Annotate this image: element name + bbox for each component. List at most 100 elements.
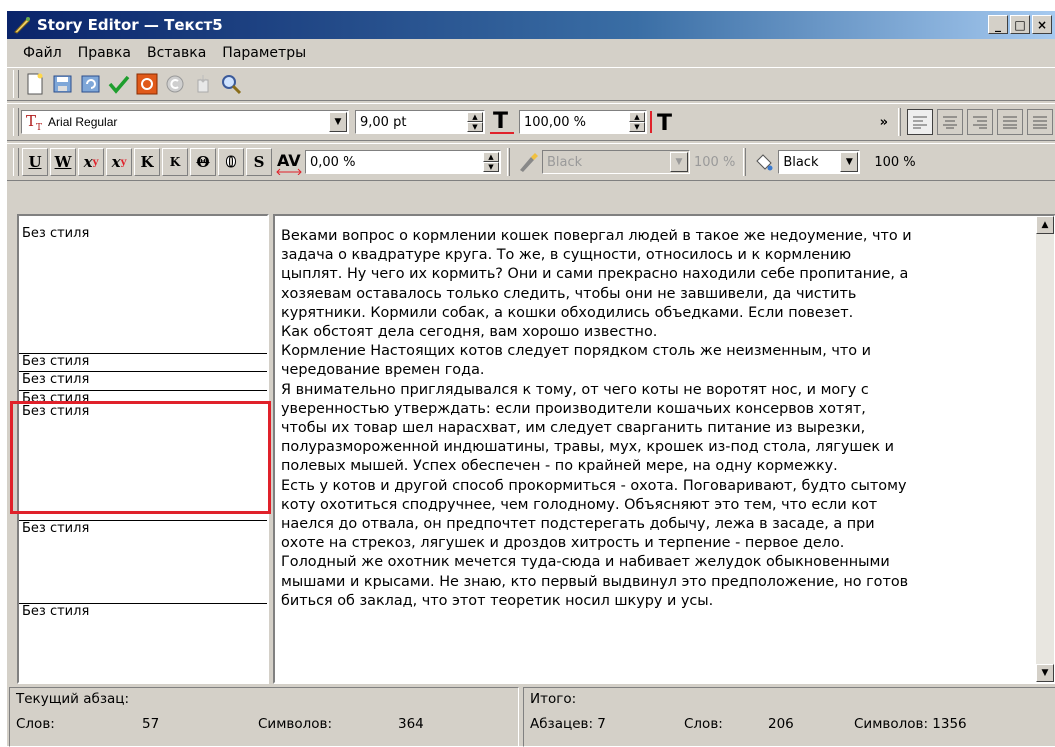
toolbar-grip[interactable] bbox=[13, 148, 19, 176]
justify-button[interactable] bbox=[997, 109, 1023, 135]
current-paragraph-label: Текущий абзац: bbox=[16, 691, 130, 707]
align-center-button[interactable] bbox=[937, 109, 963, 135]
scroll-up-icon[interactable]: ▲ bbox=[1036, 216, 1054, 234]
spinner-icon[interactable]: ▲ ▼ bbox=[467, 112, 483, 132]
style-toolbar: U W xy xy K K Θ 0 S AV 0,00 % ▲ ▼ Black ▼… bbox=[7, 143, 1055, 181]
tracking-icon: AV bbox=[275, 150, 303, 175]
chars-value: 364 bbox=[398, 716, 424, 732]
style-label: Без стиля bbox=[22, 521, 90, 536]
chars-label: Символов: bbox=[258, 716, 332, 732]
status-bar: Текущий абзац: Слов: 57 Символов: 364 Ит… bbox=[7, 687, 1055, 747]
fill-color-value: Black bbox=[547, 154, 583, 170]
total-label: Итого: bbox=[530, 691, 577, 707]
character-toolbar: TT Arial Regular ▼ 9,00 pt ▲ ▼ T 100,00 %… bbox=[7, 103, 1055, 141]
style-label: Без стиля bbox=[22, 354, 90, 369]
close-button[interactable]: × bbox=[1032, 15, 1052, 34]
tracking-field[interactable]: 0,00 % ▲ ▼ bbox=[305, 150, 501, 174]
revert-icon[interactable] bbox=[135, 72, 159, 96]
menu-insert[interactable]: Вставка bbox=[139, 45, 214, 61]
style-label: Без стиля bbox=[22, 372, 90, 387]
menu-file[interactable]: Файл bbox=[15, 45, 70, 61]
toolbar-grip[interactable] bbox=[743, 148, 747, 176]
toolbar-grip[interactable] bbox=[507, 148, 510, 176]
menu-edit[interactable]: Правка bbox=[70, 45, 139, 61]
stroke-color-dropdown[interactable]: Black ▼ bbox=[778, 150, 861, 174]
outline-button[interactable]: 0 bbox=[218, 148, 244, 176]
stroke-bucket-icon[interactable] bbox=[752, 150, 776, 174]
save-icon[interactable] bbox=[51, 72, 75, 96]
new-document-icon[interactable] bbox=[23, 72, 47, 96]
font-type-icon: TT bbox=[26, 111, 43, 133]
horizontal-scale-icon: T bbox=[649, 110, 679, 135]
words-label: Слов: bbox=[16, 716, 55, 732]
style-cell-3[interactable]: Без стиля bbox=[19, 372, 267, 391]
style-cell-4[interactable]: Без стиля bbox=[19, 391, 267, 404]
menu-options[interactable]: Параметры bbox=[214, 45, 314, 61]
toolbar-grip[interactable] bbox=[13, 108, 19, 136]
story-text[interactable]: Веками вопрос о кормлении кошек повергал… bbox=[281, 227, 1033, 611]
current-paragraph-status: Текущий абзац: Слов: 57 Символов: 364 bbox=[9, 687, 519, 747]
vertical-scrollbar[interactable]: ▲ ▼ bbox=[1036, 216, 1054, 682]
subscript-button[interactable]: xy bbox=[78, 148, 104, 176]
style-cell-7[interactable]: Без стиля bbox=[19, 604, 267, 682]
strikethrough-button[interactable]: Θ bbox=[190, 148, 216, 176]
total-status: Итого: Абзацев: 7 Слов: 206 Символов: 13… bbox=[523, 687, 1055, 747]
checkmark-icon[interactable] bbox=[107, 72, 131, 96]
align-left-button[interactable] bbox=[907, 109, 933, 135]
menu-bar: Файл Правка Вставка Параметры bbox=[7, 41, 1055, 65]
svg-text:AV: AV bbox=[277, 151, 301, 170]
reload-icon[interactable] bbox=[163, 72, 187, 96]
fill-tint-value: 100 % bbox=[694, 154, 736, 170]
style-cell-1[interactable]: Без стиля bbox=[19, 226, 267, 354]
justify-all-button[interactable] bbox=[1027, 109, 1053, 135]
window-title: Story Editor — Текст5 bbox=[37, 16, 223, 34]
font-size-field[interactable]: 9,00 pt ▲ ▼ bbox=[355, 110, 485, 134]
horizontal-scale-field[interactable]: 100,00 % ▲ ▼ bbox=[519, 110, 647, 134]
story-editor-window: Story Editor — Текст5 _ □ × Файл Правка … bbox=[6, 10, 1055, 747]
words-value: 57 bbox=[142, 716, 160, 732]
maximize-button[interactable]: □ bbox=[1010, 15, 1030, 34]
scroll-down-icon[interactable]: ▼ bbox=[1036, 664, 1054, 682]
superscript-button[interactable]: xy bbox=[106, 148, 132, 176]
font-size-icon: T bbox=[487, 109, 517, 134]
toolbar-grip[interactable] bbox=[898, 108, 901, 136]
more-icon[interactable]: » bbox=[880, 115, 888, 130]
paragraph-styles-panel: Без стиля Без стиля Без стиля Без стиля … bbox=[17, 214, 269, 684]
fill-brush-icon[interactable] bbox=[516, 150, 540, 174]
minimize-button[interactable]: _ bbox=[988, 15, 1008, 34]
total-words-value: 206 bbox=[768, 716, 794, 732]
align-right-button[interactable] bbox=[967, 109, 993, 135]
font-dropdown[interactable]: TT Arial Regular ▼ bbox=[21, 110, 349, 134]
horizontal-scale-value: 100,00 % bbox=[524, 114, 586, 130]
chevron-down-icon: ▼ bbox=[670, 152, 688, 172]
tracking-value: 0,00 % bbox=[310, 154, 356, 170]
stroke-tint-value[interactable]: 100 % bbox=[874, 155, 915, 170]
title-bar[interactable]: Story Editor — Текст5 _ □ × bbox=[7, 11, 1055, 39]
spinner-icon[interactable]: ▲ ▼ bbox=[629, 112, 645, 132]
find-icon[interactable] bbox=[219, 72, 243, 96]
word-underline-button[interactable]: W bbox=[50, 148, 76, 176]
standard-toolbar bbox=[7, 67, 1055, 101]
small-caps-button[interactable]: K bbox=[162, 148, 188, 176]
underline-button[interactable]: U bbox=[22, 148, 48, 176]
spinner-icon[interactable]: ▲ ▼ bbox=[483, 152, 499, 172]
style-cell-6[interactable]: Без стиля bbox=[19, 521, 267, 604]
chevron-down-icon[interactable]: ▼ bbox=[329, 112, 347, 132]
font-name: Arial Regular bbox=[48, 115, 118, 129]
style-cell-5[interactable]: Без стиля bbox=[19, 404, 267, 521]
all-caps-button[interactable]: K bbox=[134, 148, 160, 176]
story-text-panel[interactable]: Веками вопрос о кормлении кошек повергал… bbox=[273, 214, 1055, 684]
style-cell-2[interactable]: Без стиля bbox=[19, 354, 267, 372]
style-label: Без стиля bbox=[22, 226, 90, 241]
stroke-color-value: Black bbox=[783, 154, 819, 170]
chevron-down-icon[interactable]: ▼ bbox=[840, 152, 859, 172]
toolbar-grip[interactable] bbox=[13, 70, 19, 98]
insert-icon[interactable] bbox=[191, 72, 215, 96]
style-label: Без стиля bbox=[22, 404, 90, 419]
update-icon[interactable] bbox=[79, 72, 103, 96]
style-label: Без стиля bbox=[22, 604, 90, 619]
font-size-value: 9,00 pt bbox=[360, 114, 407, 130]
quill-app-icon bbox=[13, 16, 31, 34]
shadow-button[interactable]: S bbox=[246, 148, 272, 176]
svg-text:T: T bbox=[657, 111, 672, 135]
